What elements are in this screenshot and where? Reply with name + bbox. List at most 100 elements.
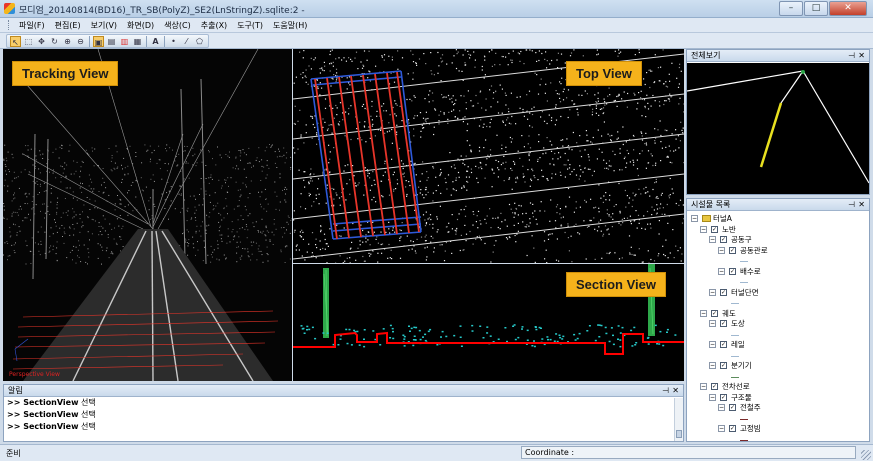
overview-map[interactable]	[687, 63, 869, 194]
menu-display[interactable]: 화면(D)	[122, 20, 159, 31]
pin-icon[interactable]: ⊣	[848, 50, 855, 62]
point-cloud-dot	[466, 140, 468, 142]
tracking-icon[interactable]: ▣	[93, 35, 104, 47]
menu-view[interactable]: 보기(V)	[86, 20, 122, 31]
point-cloud-dot	[69, 226, 71, 228]
menu-file[interactable]: 파일(F)	[14, 20, 50, 31]
line-icon[interactable]: ⁄	[181, 36, 192, 47]
point-icon[interactable]: •	[168, 36, 179, 47]
tree-checkbox[interactable]: ✓	[729, 425, 736, 432]
point-cloud-dot	[35, 159, 37, 161]
point-cloud-dot	[311, 137, 313, 139]
pointer-icon[interactable]: ↖	[10, 35, 21, 47]
close-button[interactable]: ✕	[829, 1, 867, 16]
tree-checkbox[interactable]: ✓	[720, 393, 727, 401]
tree-node[interactable]: − ✓ 노반	[687, 224, 869, 235]
menu-extract[interactable]: 추출(X)	[196, 20, 232, 31]
point-cloud-dot	[422, 117, 425, 119]
collapse-icon[interactable]: −	[718, 404, 725, 411]
menu-tools[interactable]: 도구(T)	[232, 20, 268, 31]
tree-node[interactable]: − ✓ 전철주	[687, 402, 869, 413]
tree-node[interactable]: − 터널A	[687, 213, 869, 224]
collapse-icon[interactable]: −	[700, 309, 707, 317]
tracking-view[interactable]: Tracking View Perspective View	[3, 49, 292, 381]
tree-checkbox[interactable]: ✓	[711, 383, 718, 390]
tree-node[interactable]: − ✓ 공동관로	[687, 245, 869, 256]
pin-icon[interactable]: ⊣	[848, 199, 855, 211]
menu-edit[interactable]: 편집(E)	[50, 20, 86, 31]
menu-help[interactable]: 도움말(H)	[268, 20, 312, 31]
tree-checkbox[interactable]: ✓	[729, 246, 736, 254]
point-cloud-dot	[300, 193, 302, 195]
log-scroll-thumb[interactable]	[676, 430, 682, 438]
tree-checkbox[interactable]: ✓	[720, 320, 727, 327]
collapse-icon[interactable]: −	[709, 320, 716, 327]
collapse-icon[interactable]: −	[709, 341, 716, 348]
legend-swatch	[731, 303, 739, 304]
point-cloud-dot	[505, 161, 507, 163]
close-icon[interactable]: ✕	[858, 199, 865, 211]
point-cloud-dot	[623, 91, 625, 93]
close-icon[interactable]: ✕	[672, 385, 679, 397]
point-cloud-dot	[69, 251, 71, 253]
tree-node[interactable]: − ✓ 터널단면	[687, 287, 869, 298]
collapse-icon[interactable]: −	[700, 383, 707, 390]
color-icon[interactable]: ▥	[119, 36, 130, 47]
layer-icon[interactable]: ▦	[132, 36, 143, 47]
log-scrollbar[interactable]	[674, 398, 683, 441]
collapse-icon[interactable]: −	[718, 425, 725, 432]
tree-node[interactable]: − ✓ 도상	[687, 318, 869, 329]
tree-checkbox[interactable]: ✓	[711, 309, 718, 317]
zoom-in-icon[interactable]: ⊕	[62, 36, 73, 47]
collapse-icon[interactable]: −	[700, 225, 707, 233]
tree-checkbox[interactable]: ✓	[720, 362, 727, 369]
text-icon[interactable]: A	[150, 36, 161, 47]
section-icon[interactable]: ▤	[106, 36, 117, 47]
point-cloud-dot	[473, 51, 475, 53]
maximize-button[interactable]: □	[804, 1, 828, 16]
pin-icon[interactable]: ⊣	[662, 385, 669, 397]
tree-node[interactable]: − ✓ 분기기	[687, 360, 869, 371]
tree-checkbox[interactable]: ✓	[720, 236, 727, 243]
collapse-icon[interactable]: −	[709, 236, 716, 243]
tree-checkbox[interactable]: ✓	[720, 341, 727, 348]
section-view[interactable]: Section View	[293, 264, 684, 381]
tree-node[interactable]: − ✓ 레일	[687, 339, 869, 350]
tree-node[interactable]: − ✓ 공동구	[687, 234, 869, 245]
close-icon[interactable]: ✕	[858, 50, 865, 62]
collapse-icon[interactable]: −	[718, 267, 725, 275]
point-cloud-dot	[560, 68, 563, 70]
point-cloud-dot	[322, 173, 324, 175]
select-rect-icon[interactable]: ⬚	[23, 36, 34, 47]
point-cloud-dot	[636, 227, 638, 229]
pan-icon[interactable]: ✥	[36, 36, 47, 47]
point-cloud-dot	[594, 94, 596, 96]
tree-checkbox[interactable]: ✓	[729, 404, 736, 411]
point-cloud-dot	[595, 105, 597, 107]
tree-node[interactable]: − ✓ 궤도	[687, 308, 869, 319]
collapse-icon[interactable]: −	[691, 215, 698, 222]
top-view[interactable]: Top View	[293, 49, 684, 263]
tree-node[interactable]: − ✓ 배수로	[687, 266, 869, 277]
point-cloud-dot	[535, 52, 537, 54]
tree-checkbox[interactable]: ✓	[720, 288, 727, 296]
collapse-icon[interactable]: −	[718, 246, 725, 254]
collapse-icon[interactable]: −	[709, 393, 716, 401]
zoom-out-icon[interactable]: ⊖	[75, 36, 86, 47]
point-cloud-dot	[597, 100, 599, 102]
point-cloud-dot	[603, 98, 605, 100]
polygon-icon[interactable]: ⬠	[194, 36, 205, 47]
point-cloud-dot	[606, 213, 608, 215]
rotate-icon[interactable]: ↻	[49, 36, 60, 47]
menu-color[interactable]: 색상(C)	[159, 20, 196, 31]
minimize-button[interactable]: –	[779, 1, 803, 16]
point-cloud-dot	[310, 57, 312, 59]
resize-grip-icon[interactable]	[861, 450, 871, 460]
tree-node[interactable]: − ✓ 구조물	[687, 392, 869, 403]
tree-checkbox[interactable]: ✓	[729, 267, 736, 275]
tree-checkbox[interactable]: ✓	[711, 225, 718, 233]
tree-node[interactable]: − ✓ 고정빔	[687, 423, 869, 434]
collapse-icon[interactable]: −	[709, 362, 716, 369]
tree-node[interactable]: − ✓ 전차선로	[687, 381, 869, 392]
collapse-icon[interactable]: −	[709, 288, 716, 296]
